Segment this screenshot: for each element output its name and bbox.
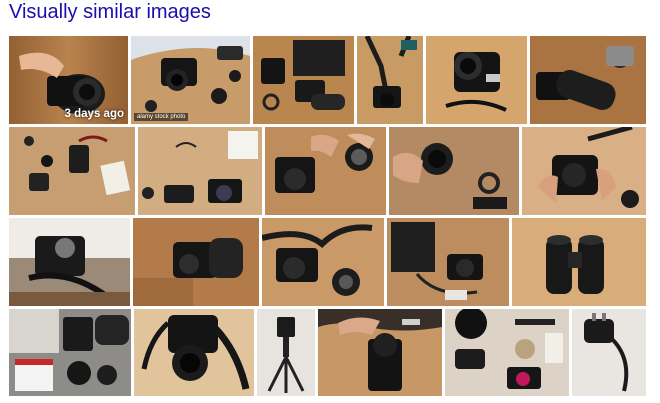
image-thumbnail[interactable] bbox=[9, 127, 135, 215]
camera-photo-image bbox=[131, 36, 250, 124]
image-thumbnail[interactable]: alamy stock photo bbox=[131, 36, 250, 124]
camera-photo-image bbox=[257, 309, 315, 396]
camera-photo-image bbox=[318, 309, 442, 396]
image-row-3 bbox=[9, 218, 646, 306]
camera-photo-image bbox=[530, 36, 646, 124]
image-thumbnail[interactable] bbox=[357, 36, 423, 124]
image-thumbnail[interactable] bbox=[134, 309, 254, 396]
camera-photo-image bbox=[253, 36, 354, 124]
image-row-2 bbox=[9, 127, 646, 215]
image-thumbnail[interactable] bbox=[318, 309, 442, 396]
image-row-4 bbox=[9, 309, 646, 396]
image-thumbnail[interactable] bbox=[133, 218, 259, 306]
image-thumbnail[interactable] bbox=[265, 127, 386, 215]
image-thumbnail[interactable] bbox=[426, 36, 527, 124]
camera-photo-image bbox=[426, 36, 527, 124]
image-thumbnail[interactable] bbox=[387, 218, 509, 306]
image-thumbnail[interactable] bbox=[512, 218, 646, 306]
camera-photo-image bbox=[9, 309, 131, 396]
camera-photo-image bbox=[138, 127, 262, 215]
camera-photo-image bbox=[133, 218, 259, 306]
time-badge: 3 days ago bbox=[64, 108, 124, 120]
image-thumbnail[interactable] bbox=[445, 309, 569, 396]
camera-photo-image bbox=[445, 309, 569, 396]
camera-photo-image bbox=[387, 218, 509, 306]
camera-photo-image bbox=[572, 309, 646, 396]
image-thumbnail[interactable] bbox=[9, 218, 130, 306]
stock-photo-watermark: alamy stock photo bbox=[134, 113, 189, 121]
image-thumbnail[interactable] bbox=[572, 309, 646, 396]
image-thumbnail[interactable]: 3 days ago bbox=[9, 36, 128, 124]
image-thumbnail[interactable] bbox=[522, 127, 646, 215]
camera-photo-image bbox=[134, 309, 254, 396]
camera-photo-image bbox=[9, 127, 135, 215]
image-thumbnail[interactable] bbox=[262, 218, 384, 306]
camera-photo-image bbox=[9, 218, 130, 306]
image-grid: 3 days ago alamy stock photo bbox=[9, 36, 646, 396]
camera-photo-image bbox=[262, 218, 384, 306]
camera-photo-image bbox=[522, 127, 646, 215]
image-thumbnail[interactable] bbox=[257, 309, 315, 396]
camera-photo-image bbox=[512, 218, 646, 306]
image-row-1: 3 days ago alamy stock photo bbox=[9, 36, 646, 124]
camera-photo-image bbox=[265, 127, 386, 215]
image-thumbnail[interactable] bbox=[389, 127, 519, 215]
image-thumbnail[interactable] bbox=[138, 127, 262, 215]
camera-photo-image bbox=[357, 36, 423, 124]
visually-similar-images-heading[interactable]: Visually similar images bbox=[9, 0, 211, 24]
image-thumbnail[interactable] bbox=[9, 309, 131, 396]
image-thumbnail[interactable] bbox=[530, 36, 646, 124]
image-thumbnail[interactable] bbox=[253, 36, 354, 124]
camera-photo-image bbox=[389, 127, 519, 215]
